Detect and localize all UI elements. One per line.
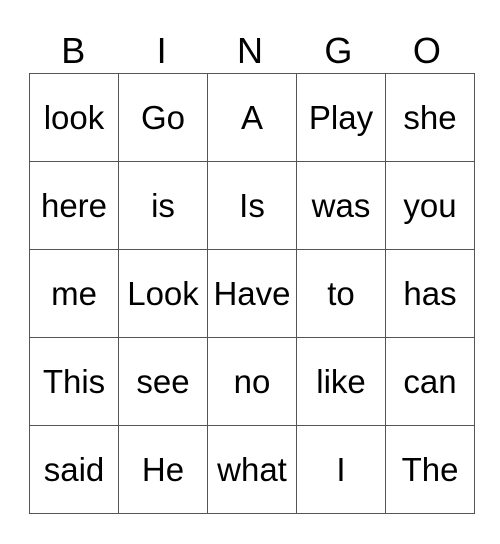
bingo-cell: Look (118, 249, 208, 338)
bingo-cell: I (296, 425, 386, 514)
header-letter: G (324, 30, 353, 71)
bingo-cell: you (385, 161, 475, 250)
grid-row: me Look Have to has (29, 249, 475, 338)
bingo-cell: has (385, 249, 475, 338)
bingo-cell: He (118, 425, 208, 514)
grid-row: said He what I The (29, 425, 475, 514)
header-letter: I (156, 30, 167, 71)
bingo-cell: see (118, 337, 208, 426)
bingo-cell: like (296, 337, 386, 426)
bingo-cell: is (118, 161, 208, 250)
bingo-header: B I N G O (29, 30, 471, 72)
bingo-cell: This (29, 337, 119, 426)
bingo-cell: Play (296, 73, 386, 162)
bingo-cell: what (207, 425, 297, 514)
bingo-cell: said (29, 425, 119, 514)
bingo-cell: Go (118, 73, 208, 162)
bingo-cell: here (29, 161, 119, 250)
bingo-cell: look (29, 73, 119, 162)
bingo-cell: me (29, 249, 119, 338)
bingo-cell: was (296, 161, 386, 250)
bingo-cell: Is (207, 161, 297, 250)
bingo-cell: Have (207, 249, 297, 338)
bingo-grid: look Go A Play she here is Is was you me… (29, 73, 475, 514)
bingo-cell: A (207, 73, 297, 162)
header-letter: B (61, 30, 86, 71)
grid-row: This see no like can (29, 337, 475, 426)
bingo-cell: she (385, 73, 475, 162)
grid-row: here is Is was you (29, 161, 475, 250)
bingo-cell: The (385, 425, 475, 514)
bingo-cell: to (296, 249, 386, 338)
header-letter: O (412, 30, 441, 71)
grid-row: look Go A Play she (29, 73, 475, 162)
header-letter: N (237, 30, 264, 71)
bingo-cell: no (207, 337, 297, 426)
bingo-cell: can (385, 337, 475, 426)
